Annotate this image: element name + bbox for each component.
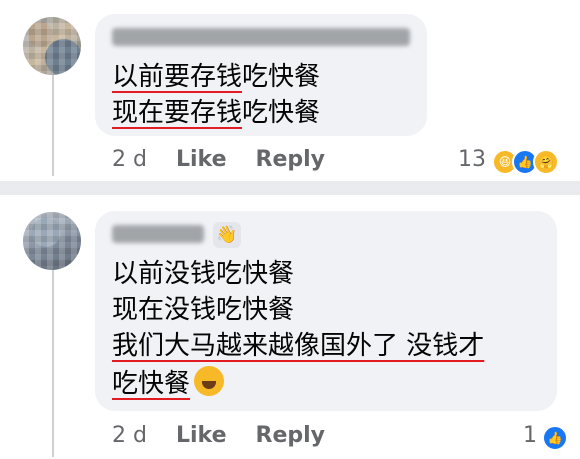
reaction-count[interactable]: 13 xyxy=(458,147,486,172)
care-icon: 🤗 xyxy=(533,149,559,175)
timestamp[interactable]: 2 d xyxy=(112,147,147,172)
avatar[interactable] xyxy=(23,17,81,75)
comment-card: 👋 以前没钱吃快餐 现在没钱吃快餐 我们大马越来越像国外了 没钱才 吃快餐 2 … xyxy=(0,195,580,459)
comment-line: 吃快餐 xyxy=(112,366,225,401)
wave-hand-icon[interactable]: 👋 xyxy=(213,222,241,248)
comment-line: 以前没钱吃快餐 xyxy=(112,259,295,289)
avatar[interactable] xyxy=(23,212,81,270)
comment-bubble: 以前要存钱吃快餐 现在要存钱吃快餐 xyxy=(95,14,427,136)
comment-text: 吃快餐 xyxy=(242,62,321,92)
thread-line xyxy=(52,261,54,457)
like-icon: 👍 xyxy=(542,425,568,451)
comment-card: 以前要存钱吃快餐 现在要存钱吃快餐 2 d Like Reply 13 😆 👍 … xyxy=(0,0,580,181)
comment-line: 现在没钱吃快餐 xyxy=(112,295,295,325)
underlined-text: 吃快餐 xyxy=(112,369,191,399)
timestamp[interactable]: 2 d xyxy=(112,423,147,448)
comment-line: 以前要存钱吃快餐 xyxy=(112,60,320,94)
thread-line xyxy=(52,66,54,176)
author-name-blurred[interactable] xyxy=(112,28,410,46)
underlined-text: 以前要存钱 xyxy=(112,62,243,92)
comment-actions: 2 d Like Reply xyxy=(112,147,347,172)
like-button[interactable]: Like xyxy=(176,423,227,448)
comment-actions: 2 d Like Reply xyxy=(112,423,347,448)
comment-line: 现在要存钱吃快餐 xyxy=(112,96,320,130)
like-button[interactable]: Like xyxy=(176,147,227,172)
comment-bubble: 👋 以前没钱吃快餐 现在没钱吃快餐 我们大马越来越像国外了 没钱才 吃快餐 xyxy=(95,211,557,411)
comment-text: 吃快餐 xyxy=(242,98,321,128)
underlined-text: 现在要存钱 xyxy=(112,98,243,128)
reply-button[interactable]: Reply xyxy=(256,147,326,172)
underlined-text: 我们大马越来越像国外了 没钱才 xyxy=(112,331,485,361)
author-name-blurred[interactable] xyxy=(112,225,204,243)
reaction-count[interactable]: 1 xyxy=(523,423,537,448)
reply-button[interactable]: Reply xyxy=(256,423,326,448)
laughing-emoji-icon xyxy=(194,366,225,396)
